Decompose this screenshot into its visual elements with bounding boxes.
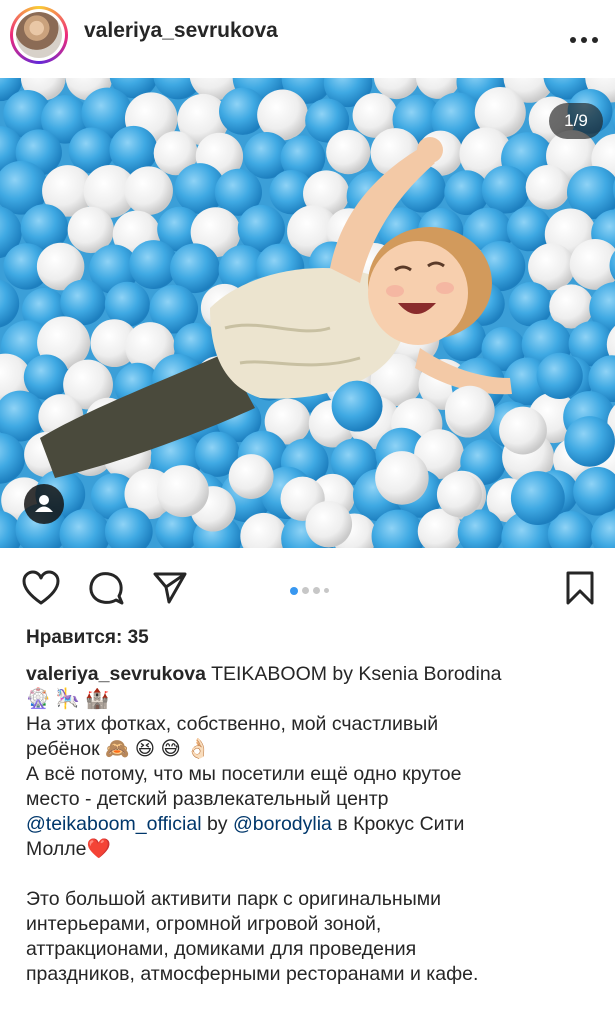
caption-line: место - детский развлекательный центр <box>26 788 389 810</box>
ball <box>305 500 353 548</box>
post-username[interactable]: valeriya_sevrukova <box>84 19 278 43</box>
caption-line: интерьерами, огромной игровой зоной, <box>26 913 382 935</box>
ball <box>499 406 547 455</box>
carousel-indicator <box>290 582 333 595</box>
ball <box>536 352 583 399</box>
caption-username[interactable]: valeriya_sevrukova <box>26 663 206 685</box>
likes-count[interactable]: Нравится: 35 <box>26 627 149 649</box>
ball <box>156 465 209 518</box>
post-header: valeriya_sevrukova <box>0 0 615 72</box>
caption-line: @teikaboom_official by @borodylia в Крок… <box>26 812 596 837</box>
avatar-image <box>16 12 62 58</box>
image-counter: 1/9 <box>549 103 603 139</box>
caption-text: в Крокус Сити <box>331 813 465 835</box>
ball <box>564 416 615 467</box>
ball <box>228 454 274 499</box>
avatar-border <box>13 9 65 61</box>
ball-pit-photo <box>0 78 615 548</box>
ball <box>444 385 495 436</box>
caption-line: А всё потому, что мы посетили ещё одно к… <box>26 763 462 785</box>
caption-line: Молле❤️ <box>26 838 111 860</box>
mention-link[interactable]: @teikaboom_official <box>26 813 202 835</box>
carousel-dot <box>313 587 320 595</box>
ball <box>326 129 371 175</box>
heart-icon[interactable] <box>22 570 60 611</box>
caption-text: TEIKABOOM by Ksenia Borodina <box>211 663 502 685</box>
ball <box>124 166 173 216</box>
comment-icon[interactable] <box>88 570 124 611</box>
ball <box>436 472 482 518</box>
user-tag-icon[interactable] <box>24 484 64 524</box>
caption-line: аттракционами, домиками для проведения <box>26 938 417 960</box>
caption-line: На этих фотках, собственно, мой счастлив… <box>26 713 439 735</box>
bookmark-icon[interactable] <box>565 570 595 611</box>
ball <box>331 380 383 432</box>
ball <box>525 164 571 210</box>
share-icon[interactable] <box>152 570 188 611</box>
caption-text: by <box>201 813 233 835</box>
avatar[interactable] <box>10 6 68 64</box>
mention-link[interactable]: @borodylia <box>233 813 332 835</box>
carousel-dot <box>324 588 329 594</box>
caption-line: valeriya_sevrukova TEIKABOOM by Ksenia B… <box>26 662 596 687</box>
caption-line: ребёнок 🙈 😆 😅 👌🏻 <box>26 738 211 760</box>
ball <box>375 451 429 505</box>
carousel-dot <box>302 587 309 595</box>
ball <box>481 165 530 214</box>
post-caption: valeriya_sevrukova TEIKABOOM by Ksenia B… <box>26 662 596 987</box>
caption-emoji-line: 🎡 🎠 🏰 <box>26 688 110 710</box>
carousel-dot-active <box>290 586 298 595</box>
ball <box>510 471 565 526</box>
caption-line: Это большой активити парк с оригинальным… <box>26 888 442 910</box>
post-photo[interactable] <box>0 78 615 548</box>
caption-line: праздников, атмосферными ресторанами и к… <box>26 963 479 985</box>
more-icon[interactable] <box>570 30 606 43</box>
